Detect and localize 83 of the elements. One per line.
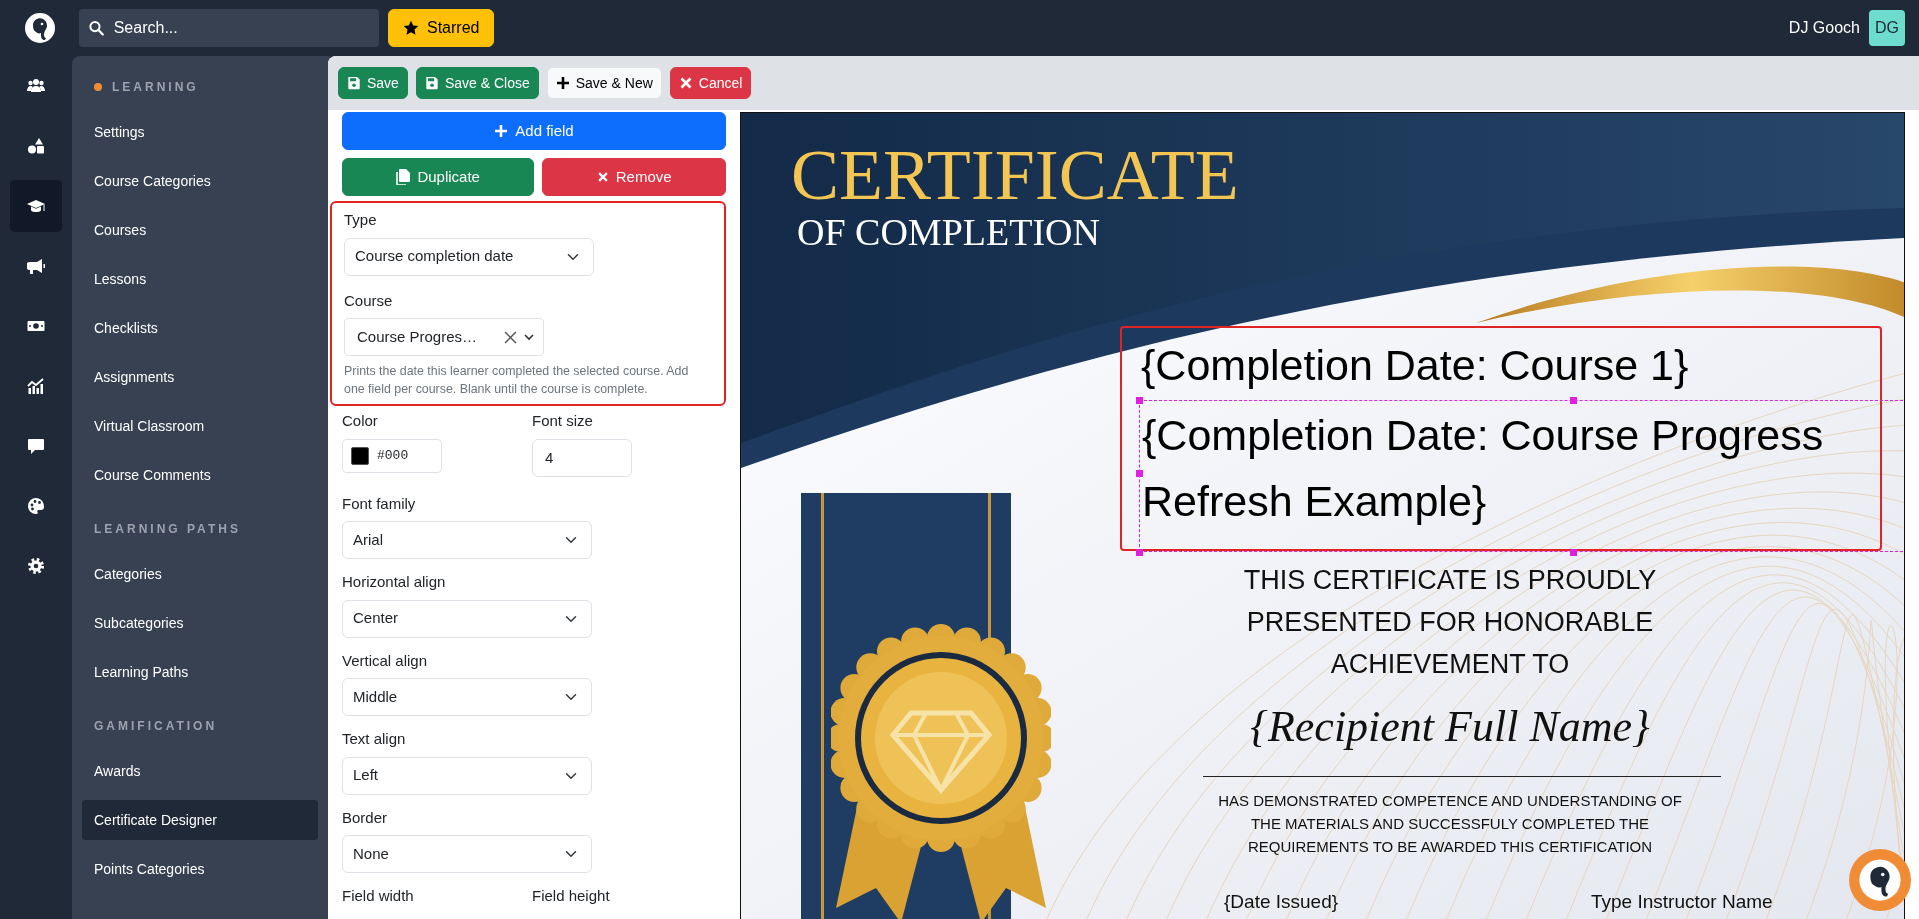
certificate-body-text: HAS DEMONSTRATED COMPETENCE AND UNDERSTANDING OF THE MATERIALS AND SUCCESSFULY COMPLETED THE REQUIREMENTS TO BE AWARDED THIS CERTIFICATION (1217, 791, 1683, 857)
sidebar-item[interactable]: Assignments (82, 357, 318, 397)
certificate-field-text: {Completion Date: Course Progress Refresh Example} (1142, 410, 1825, 527)
field-label: Text align (342, 729, 407, 749)
save-button[interactable]: Save & Close (415, 67, 539, 99)
resize-handle[interactable] (1570, 549, 1577, 556)
users-icon (27, 77, 45, 95)
select-value: Course Progres… (357, 326, 479, 347)
add-field-button[interactable]: Add field (342, 112, 726, 150)
field-label: Horizontal align (342, 572, 447, 592)
recipient-name-field: {Recipient Full Name} (1150, 701, 1750, 752)
remove-button[interactable]: Remove (542, 158, 726, 196)
plus-icon (494, 124, 509, 138)
resize-handle[interactable] (1136, 549, 1143, 556)
section-heading: LEARNING (112, 79, 199, 96)
copy-icon (396, 169, 411, 185)
search-icon (89, 20, 104, 36)
resize-handle[interactable] (1136, 470, 1143, 477)
instructor-name-field: Type Instructor Name (1591, 891, 1773, 913)
field-label: Font family (342, 493, 417, 514)
color-value: #000 (377, 446, 409, 465)
user-avatar[interactable]: DG (1869, 10, 1905, 46)
clear-icon[interactable] (504, 330, 517, 344)
sidebar-item[interactable]: Settings (82, 112, 318, 152)
palette-icon (27, 497, 45, 515)
color-field[interactable]: #000 (342, 438, 442, 473)
field-label: Course (344, 290, 394, 311)
chat-icon (27, 437, 45, 455)
select-field[interactable]: Arial (342, 521, 592, 559)
field-label: Color (342, 411, 379, 431)
close-icon (596, 171, 609, 183)
sidebar-item[interactable]: Virtual Classroom (82, 406, 318, 446)
settings-icon (27, 557, 45, 575)
sidebar-item[interactable]: Checklists (82, 308, 318, 348)
chart-icon (27, 377, 45, 395)
select-field[interactable]: Center (342, 599, 592, 638)
field-label: Type (344, 210, 378, 230)
color-swatch[interactable] (351, 446, 369, 465)
chevron-down-icon (523, 331, 535, 343)
sidebar-item[interactable]: Awards (82, 751, 318, 791)
save-new-button[interactable]: Save & New (546, 67, 662, 99)
resize-handle[interactable] (1136, 397, 1143, 404)
save-button[interactable]: Save (338, 67, 408, 99)
graduation-cap-icon (27, 197, 45, 215)
field-label: Font size (532, 411, 594, 431)
shapes-icon (27, 137, 45, 155)
font-size-field[interactable]: 4 (532, 438, 632, 477)
close-icon (678, 76, 693, 90)
certificate-subtitle: OF COMPLETION (797, 213, 1100, 251)
presented-text: THIS CERTIFICATE IS PROUDLY PRESENTED FOR HONORABLE ACHIEVEMENT TO (1242, 564, 1658, 681)
help-text: Prints the date this learner completed the selected course. Add one field per course. Blank until the course is complete. (344, 363, 690, 398)
field-label: Border (342, 807, 389, 828)
megaphone-icon (27, 257, 45, 275)
select-field[interactable]: Left (342, 756, 592, 795)
plus-icon (555, 76, 570, 90)
section-heading: LEARNING PATHS (94, 521, 241, 538)
sidebar-item[interactable]: Points Categories (82, 849, 318, 889)
certificate-title: CERTIFICATE (791, 139, 1239, 211)
sidebar-item[interactable]: Course Categories (82, 161, 318, 201)
user-name: DJ Gooch (1788, 18, 1860, 38)
sidebar-item[interactable]: Subcategories (82, 603, 318, 643)
field-label: Vertical align (342, 650, 429, 671)
resize-handle[interactable] (1570, 397, 1577, 404)
date-issued-field: {Date Issued} (1224, 891, 1339, 913)
course-select-field[interactable]: Course Progres… (344, 318, 544, 356)
sidebar-item[interactable]: Learning Paths (82, 652, 318, 692)
sidebar-item[interactable]: Categories (82, 554, 318, 594)
starred-button[interactable]: Starred (388, 9, 495, 47)
duplicate-button[interactable]: Duplicate (342, 158, 535, 196)
select-field[interactable]: Middle (342, 678, 592, 716)
star-icon (403, 20, 419, 36)
field-label: Field width (342, 887, 414, 904)
cancel-button[interactable]: Cancel (669, 67, 752, 99)
select-field[interactable]: None (342, 835, 592, 873)
sidebar-item[interactable]: Course Comments (82, 455, 318, 495)
sidebar-item[interactable]: Certificate Designer (82, 800, 318, 840)
field-label: Field height (532, 887, 610, 904)
sidebar-item[interactable]: Lessons (82, 259, 318, 299)
section-heading: GAMIFICATION (94, 718, 218, 735)
rail-nav-button[interactable] (10, 180, 62, 232)
sidebar-item[interactable]: Courses (82, 210, 318, 250)
certificate-field-text: {Completion Date: Course 1} (1141, 340, 1689, 391)
select-field[interactable]: Course completion date (344, 237, 594, 276)
